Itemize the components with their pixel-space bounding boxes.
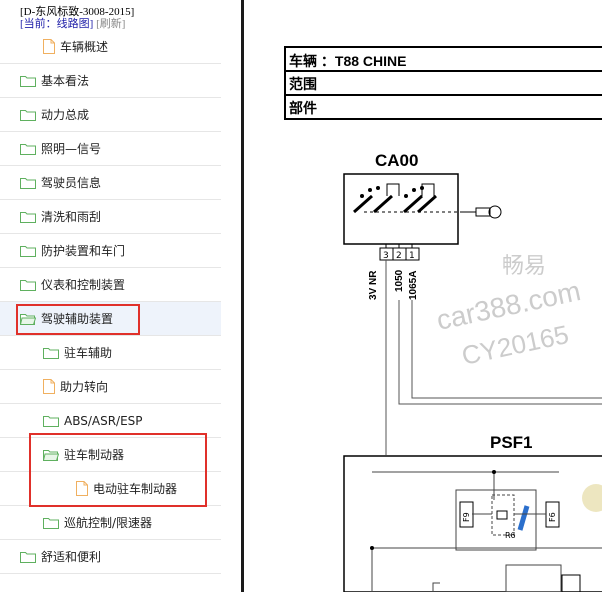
wire-1065a: 1065A — [408, 271, 419, 300]
tree-item-10[interactable]: 助力转向 — [0, 370, 221, 404]
tree-item-7[interactable]: 仪表和控制装置 — [0, 268, 221, 302]
tree-item-label: 巡航控制/限速器 — [64, 516, 153, 530]
folder-icon — [20, 211, 36, 223]
folder-icon — [20, 279, 36, 291]
tree-item-label: 舒适和便利 — [41, 550, 102, 564]
folder-icon — [43, 347, 59, 359]
refresh-link[interactable]: [刷新] — [96, 18, 125, 30]
tree-item-label: 清洗和雨刮 — [41, 210, 102, 224]
tree-item-15[interactable]: 舒适和便利 — [0, 540, 221, 574]
folder-icon — [43, 415, 59, 427]
highlight-box-parking-brake — [29, 433, 207, 507]
info-table: 车辆 ：T88 CHINE 范围 部件 — [284, 46, 602, 120]
folder-icon — [20, 143, 36, 155]
pin-2: 2 — [396, 251, 402, 261]
watermark: 畅易 car388.com CY20165 — [434, 253, 584, 371]
highlight-box-driving-assist — [16, 304, 140, 335]
table-range-text: 范围 — [289, 76, 317, 92]
fuse-box-psf1: R6 F9 F6 — [343, 455, 602, 592]
tree-item-label: 仪表和控制装置 — [41, 278, 126, 292]
folder-icon — [20, 245, 36, 257]
file-icon — [43, 39, 55, 54]
tree-item-3[interactable]: 照明—信号 — [0, 132, 221, 166]
breadcrumb: [当前：线路图] [刷新] — [20, 15, 125, 31]
tree-item-9[interactable]: 驻车辅助 — [0, 336, 221, 370]
pin-1: 1 — [409, 251, 415, 261]
folder-icon — [20, 109, 36, 121]
wire-1050: 1050 — [394, 269, 405, 292]
current-view-link[interactable]: [当前：线路图] — [20, 18, 93, 30]
tree-item-label: 动力总成 — [41, 108, 90, 122]
table-part-text: 部件 — [289, 100, 317, 116]
tree-item-2[interactable]: 动力总成 — [0, 98, 221, 132]
tree-item-label: 基本看法 — [41, 74, 90, 88]
tree-item-14[interactable]: 巡航控制/限速器 — [0, 506, 221, 540]
tree-item-label: ABS/ASR/ESP — [64, 413, 143, 428]
file-icon — [43, 379, 55, 394]
navigation-tree: [D-东风标致-3008-2015] [当前：线路图] [刷新] 车辆概述 基本看… — [0, 0, 241, 592]
wiring-diagram-canvas: 车辆 ：T88 CHINE 范围 部件 畅易 car388.com CY2016… — [284, 46, 602, 592]
tree-item-label: 防护装置和车门 — [41, 244, 126, 258]
folder-icon — [20, 75, 36, 87]
fuse-f6: F6 — [548, 512, 557, 522]
tree-item-6[interactable]: 防护装置和车门 — [0, 234, 221, 268]
folder-icon — [20, 551, 36, 563]
tree-item-4[interactable]: 驾驶员信息 — [0, 166, 221, 200]
pin-3: 3 — [383, 251, 389, 261]
ignition-switch-ca00: 3 2 1 — [343, 173, 502, 261]
relay-r6: R6 — [505, 531, 516, 540]
tree-item-label: 驻车辅助 — [64, 346, 113, 360]
watermark-brand: 畅易 — [502, 253, 546, 278]
wire-3v-nr: 3V NR — [368, 270, 379, 300]
folder-icon — [20, 177, 36, 189]
table-vehicle-text: 车辆 ：T88 CHINE — [289, 53, 406, 69]
component-psf1-label: PSF1 — [490, 433, 533, 452]
tree-item-5[interactable]: 清洗和雨刮 — [0, 200, 221, 234]
tree-item-1[interactable]: 基本看法 — [0, 64, 221, 98]
tree-item-0[interactable]: 车辆概述 — [0, 30, 221, 64]
tree-item-label: 车辆概述 — [60, 40, 109, 54]
tree-item-label: 助力转向 — [60, 380, 109, 394]
fuse-f9: F9 — [462, 512, 471, 522]
wiring-diagram: 车辆 ：T88 CHINE 范围 部件 畅易 car388.com CY2016… — [244, 0, 602, 592]
tree-item-label: 驾驶员信息 — [41, 176, 102, 190]
tree-item-label: 照明—信号 — [41, 142, 102, 156]
component-ca00-label: CA00 — [375, 151, 418, 170]
folder-icon — [43, 517, 59, 529]
